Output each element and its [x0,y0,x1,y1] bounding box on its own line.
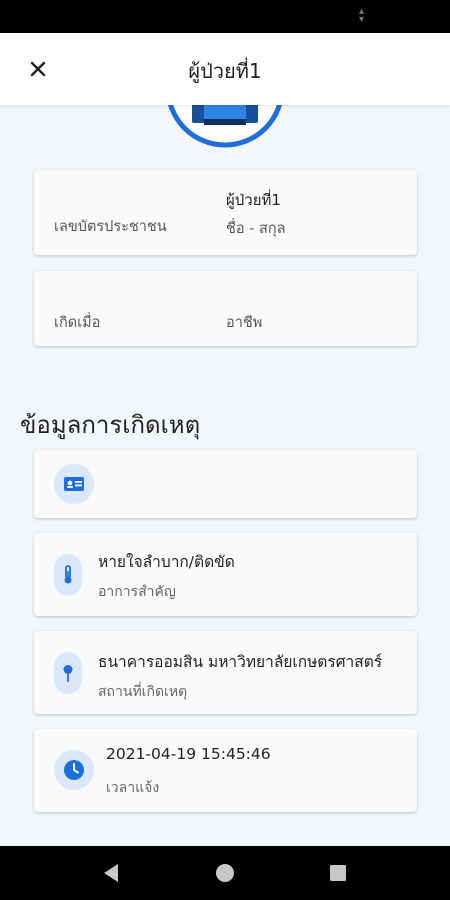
incident-section-title: ข้อมูลการเกิดเหตุ [20,411,201,439]
birth-date-label: เกิดเมื่อ [54,315,101,331]
patient-name-value: ผู้ป่วยที่1 [226,191,281,209]
national-id-label: เลขบัตรประชาชน [54,219,167,235]
incident-value-time: 2021-04-19 15:45:46 [106,745,271,763]
system-nav-bar [0,846,450,900]
signal-indicator-icon: ▴ ▾ [358,6,364,25]
patient-info-card: ผู้ป่วยที่1 ชื่อ - สกุล เลขบัตรประชาชน [34,170,417,255]
thermometer-icon [64,565,72,584]
back-nav-button[interactable] [100,861,124,885]
home-nav-button[interactable] [213,861,237,885]
location-pin-icon [63,665,73,682]
patient-avatar-icon [167,105,283,148]
incident-card-id[interactable] [34,450,417,518]
location-pin-icon-badge [54,652,82,694]
incident-label-time: เวลาแจ้ง [106,780,160,796]
recents-square-icon [330,865,346,881]
id-card-icon-badge [54,464,94,504]
app-bar: ผู้ป่วยที่1 [0,33,450,105]
incident-card-time[interactable]: 2021-04-19 15:45:46 เวลาแจ้ง [34,729,417,812]
patient-name-label: ชื่อ - สกุล [226,221,286,237]
patient-detail-card: เกิดเมื่อ อาชีพ [34,271,417,346]
id-card-icon [64,477,84,491]
thermometer-icon-badge [54,554,82,596]
incident-label-location: สถานที่เกิดเหตุ [98,684,188,700]
recents-nav-button[interactable] [326,861,350,885]
page-title: ผู้ป่วยที่1 [188,59,262,83]
clock-icon-badge [54,750,94,790]
incident-value-location: ธนาคารออมสิน มหาวิทยาลัยเกษตรศาสตร์ [98,653,383,671]
clock-icon [64,760,84,780]
occupation-label: อาชีพ [226,315,263,331]
incident-card-location[interactable]: ธนาคารออมสิน มหาวิทยาลัยเกษตรศาสตร์ สถาน… [34,631,417,714]
incident-card-symptom[interactable]: หายใจลำบาก/ติดขัด อาการสำคัญ [34,533,417,616]
home-circle-icon [216,864,234,882]
main-content: ผู้ป่วยที่1 ชื่อ - สกุล เลขบัตรประชาชน เ… [0,105,450,846]
incident-label-symptom: อาการสำคัญ [98,584,176,600]
back-triangle-icon [104,864,118,882]
status-bar: ▴ ▾ [0,0,450,33]
incident-value-symptom: หายใจลำบาก/ติดขัด [98,553,235,571]
